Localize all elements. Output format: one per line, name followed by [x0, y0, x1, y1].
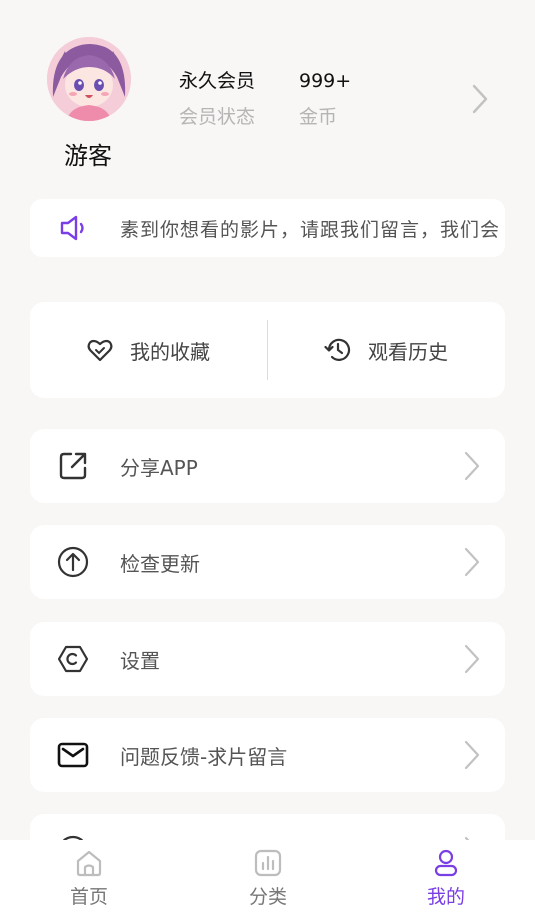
shortcut-divider — [267, 320, 268, 380]
profile-header[interactable]: 游客 永久会员 会员状态 999+ 金币 — [0, 0, 535, 180]
category-icon — [254, 849, 282, 877]
avatar[interactable] — [47, 37, 131, 121]
chevron-right-icon — [464, 740, 480, 770]
notice-marquee: 素到你想看的影片，请跟我们留言，我们会 — [120, 199, 505, 257]
vip-status: 永久会员 会员状态 — [179, 68, 255, 130]
favorites-label: 我的收藏 — [130, 339, 210, 364]
menu-item-check-update[interactable]: 检查更新 — [30, 525, 505, 599]
user-icon — [434, 849, 458, 877]
menu-item-label: 分享APP — [120, 456, 198, 480]
home-icon — [76, 850, 102, 877]
notice-text: 素到你想看的影片，请跟我们留言，我们会 — [120, 219, 501, 241]
notice-bar[interactable]: 素到你想看的影片，请跟我们留言，我们会 — [30, 199, 505, 257]
chevron-right-icon[interactable] — [466, 82, 492, 116]
nav-mine-label: 我的 — [426, 886, 465, 908]
shortcut-card: 我的收藏 观看历史 — [30, 302, 505, 398]
nav-home-label: 首页 — [69, 886, 108, 908]
heart-icon — [87, 339, 113, 362]
profile-page: 游客 永久会员 会员状态 999+ 金币 素到你想看的影片，请跟我们留言，我们会 — [0, 0, 535, 915]
history-label: 观看历史 — [368, 339, 448, 364]
menu-item-label: 检查更新 — [120, 552, 200, 576]
settings-icon — [57, 645, 89, 673]
history-icon — [324, 338, 351, 361]
menu-item-share[interactable]: 分享APP — [30, 429, 505, 503]
username: 游客 — [64, 142, 112, 170]
menu-item-label: 设置 — [120, 649, 160, 673]
coin-balance-value: 999+ — [299, 70, 352, 92]
coin-balance: 999+ 金币 — [299, 68, 351, 130]
vip-status-label: 会员状态 — [179, 106, 256, 128]
chevron-right-icon — [464, 547, 480, 577]
nav-category-label: 分类 — [248, 886, 287, 908]
menu-item-feedback[interactable]: 问题反馈-求片留言 — [30, 718, 505, 792]
chevron-right-icon — [464, 644, 480, 674]
share-icon — [59, 452, 87, 480]
speaker-icon — [60, 215, 84, 241]
nav-mine[interactable]: 我的 — [406, 848, 486, 912]
mail-icon — [57, 742, 89, 768]
menu-item-label: 问题反馈-求片留言 — [120, 745, 288, 769]
update-icon — [57, 546, 89, 578]
coin-balance-label: 金币 — [299, 106, 338, 128]
menu-item-settings[interactable]: 设置 — [30, 622, 505, 696]
vip-status-value: 永久会员 — [179, 70, 256, 92]
avatar-image — [47, 37, 131, 121]
nav-home[interactable]: 首页 — [49, 848, 129, 912]
chevron-right-icon — [464, 451, 480, 481]
bottom-nav: 首页 分类 我的 — [0, 840, 535, 915]
favorites-button[interactable]: 我的收藏 — [86, 302, 210, 398]
history-button[interactable]: 观看历史 — [324, 302, 448, 398]
nav-category[interactable]: 分类 — [228, 848, 308, 912]
